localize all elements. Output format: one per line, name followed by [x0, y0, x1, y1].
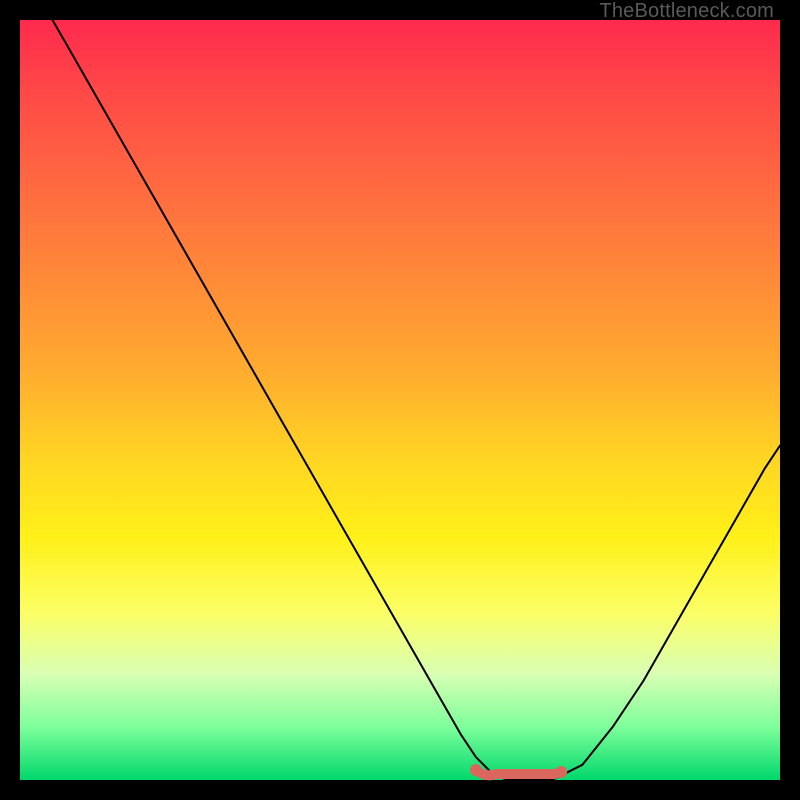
curve-svg	[20, 20, 780, 780]
bottleneck-curve	[35, 0, 780, 780]
chart-frame: TheBottleneck.com	[0, 0, 800, 800]
plot-area	[20, 20, 780, 780]
valley-dot-right	[555, 766, 567, 778]
valley-dot-left	[470, 764, 482, 776]
valley-marker	[476, 770, 555, 775]
